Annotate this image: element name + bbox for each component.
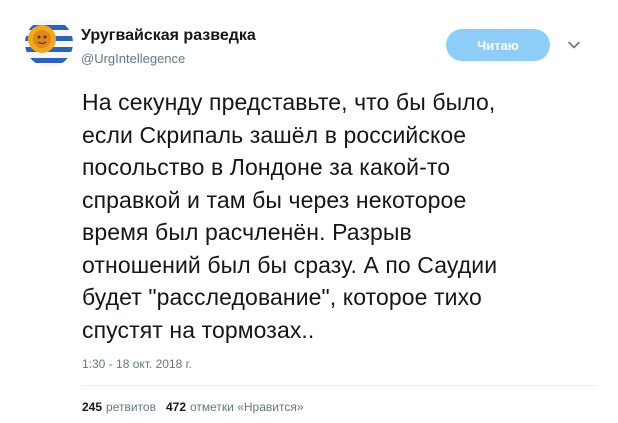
user-name[interactable]: Уругвайская разведка (81, 27, 256, 45)
user-handle[interactable]: @UrgIntellegence (81, 51, 185, 66)
tweet-text: На секунду представьте, что бы было, есл… (82, 89, 498, 343)
chevron-down-icon[interactable] (566, 37, 582, 53)
tweet-stats: 245 ретвитов 472 отметки «Нравится» (82, 400, 304, 414)
likes-label: отметки «Нравится» (190, 400, 304, 414)
follow-button[interactable]: Читаю (446, 29, 550, 61)
uruguay-flag-sun-avatar-icon (25, 19, 73, 67)
tweet-timestamp[interactable]: 1:30 - 18 окт. 2018 г. (82, 357, 192, 371)
tweet-card: Уругвайская разведка @UrgIntellegence Чи… (0, 0, 618, 423)
retweets-label: ретвитов (106, 400, 156, 414)
retweets-count: 245 (82, 400, 103, 414)
stats-divider (82, 385, 597, 386)
likes-stat[interactable]: 472 отметки «Нравится» (166, 400, 304, 414)
likes-count: 472 (165, 400, 186, 414)
retweets-stat[interactable]: 245 ретвитов (82, 400, 156, 414)
avatar[interactable] (25, 19, 73, 67)
